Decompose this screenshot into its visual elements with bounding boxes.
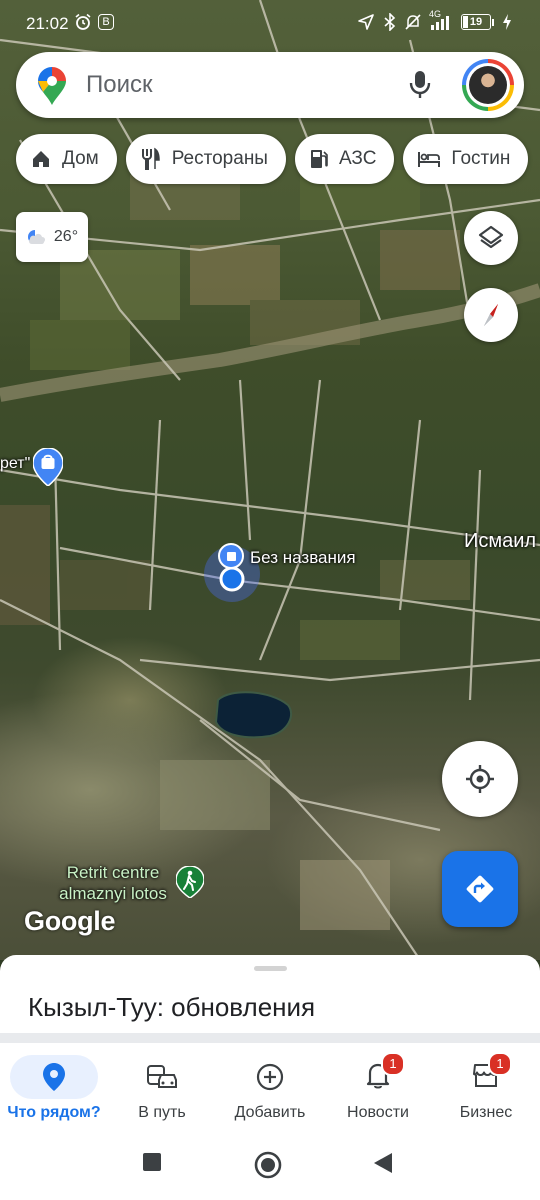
avatar[interactable] — [462, 59, 514, 111]
nav-label: В путь — [138, 1104, 186, 1121]
commute-icon — [147, 1065, 177, 1088]
weather-temp: 26° — [53, 228, 79, 245]
updates-sheet[interactable]: Кызыл-Туу: обновления — [0, 955, 540, 1035]
nav-contribute[interactable]: Добавить — [216, 1043, 324, 1133]
chip-hotels[interactable]: Гостин — [403, 134, 529, 184]
chip-label: АЗС — [338, 148, 377, 169]
mute-icon — [405, 14, 421, 30]
add-circle-icon — [256, 1063, 284, 1091]
notification-badge: 1 — [488, 1051, 512, 1076]
location-pin-icon — [43, 1063, 65, 1091]
compass-button[interactable] — [464, 288, 518, 342]
maps-logo-icon — [38, 67, 66, 105]
nav-label: Добавить — [234, 1104, 306, 1121]
battery-icon: 19 — [461, 14, 494, 30]
directions-button[interactable] — [442, 851, 518, 927]
category-chips: Дом Рестораны АЗС Гостин — [16, 134, 529, 184]
status-time: 21:02 — [26, 14, 69, 33]
alarm-icon — [75, 13, 91, 30]
hotel-icon — [418, 152, 441, 167]
bluetooth-icon — [384, 13, 396, 31]
nav-label: Бизнес — [459, 1104, 513, 1121]
b-icon: B — [98, 14, 114, 30]
selected-place-marker[interactable] — [218, 543, 244, 569]
system-navigation-bar — [0, 1133, 540, 1200]
search-input[interactable]: Поиск — [86, 71, 153, 99]
shopping-pin-icon[interactable] — [32, 447, 64, 491]
poi-label[interactable]: Retrit centre almaznyi lotos — [48, 862, 178, 904]
partly-cloudy-icon — [27, 230, 45, 244]
weather-widget[interactable]: 26° — [16, 212, 88, 262]
directions-icon — [466, 875, 494, 903]
chip-label: Рестораны — [171, 148, 268, 169]
sheet-drag-handle[interactable] — [254, 966, 287, 971]
pond — [214, 691, 293, 739]
divider — [0, 1033, 540, 1043]
nav-label: Новости — [347, 1104, 409, 1121]
nav-explore[interactable]: Что рядом? — [0, 1043, 108, 1133]
home-icon — [33, 151, 49, 167]
selected-place-label[interactable]: Без названия — [250, 548, 356, 568]
layers-button[interactable] — [464, 211, 518, 265]
my-location-button[interactable] — [442, 741, 518, 817]
nav-label: Что рядом? — [7, 1104, 101, 1121]
chip-label: Гостин — [451, 148, 511, 169]
hiking-pin-icon[interactable] — [175, 865, 205, 903]
chip-gas-stations[interactable]: АЗС — [294, 134, 395, 184]
charging-icon — [503, 14, 511, 30]
google-logo: Google — [24, 906, 116, 936]
search-bar[interactable]: Поиск — [16, 52, 524, 118]
chip-label: Дом — [62, 148, 99, 169]
chip-restaurants[interactable]: Рестораны — [125, 134, 286, 184]
recents-button[interactable] — [141, 1151, 163, 1173]
nav-updates[interactable]: 1 Новости — [324, 1043, 432, 1133]
sheet-title: Кызыл-Туу: обновления — [28, 992, 316, 1022]
restaurant-icon — [141, 147, 160, 170]
home-button[interactable] — [254, 1151, 282, 1179]
bottom-navigation: Что рядом? В путь Добавить 1 Новости 1 Б… — [0, 1043, 540, 1133]
chip-home[interactable]: Дом — [16, 134, 117, 184]
layers-icon — [478, 225, 504, 249]
battery-level: 19 — [469, 16, 483, 28]
nav-go[interactable]: В путь — [108, 1043, 216, 1133]
compass-icon — [484, 304, 498, 326]
poi-partial-label: рет" — [0, 455, 31, 472]
profile-photo — [469, 66, 507, 104]
crosshair-icon — [466, 765, 494, 793]
signal-icon: 4G — [429, 9, 453, 31]
notification-badge: 1 — [381, 1051, 405, 1076]
gas-station-icon — [310, 150, 328, 168]
town-label: Исмаил — [464, 530, 537, 552]
location-arrow-icon — [358, 14, 374, 30]
back-button[interactable] — [372, 1151, 394, 1175]
mic-icon[interactable] — [408, 69, 432, 101]
status-bar: 21:02 B 4G 19 — [0, 0, 540, 48]
nav-business[interactable]: 1 Бизнес — [432, 1043, 540, 1133]
